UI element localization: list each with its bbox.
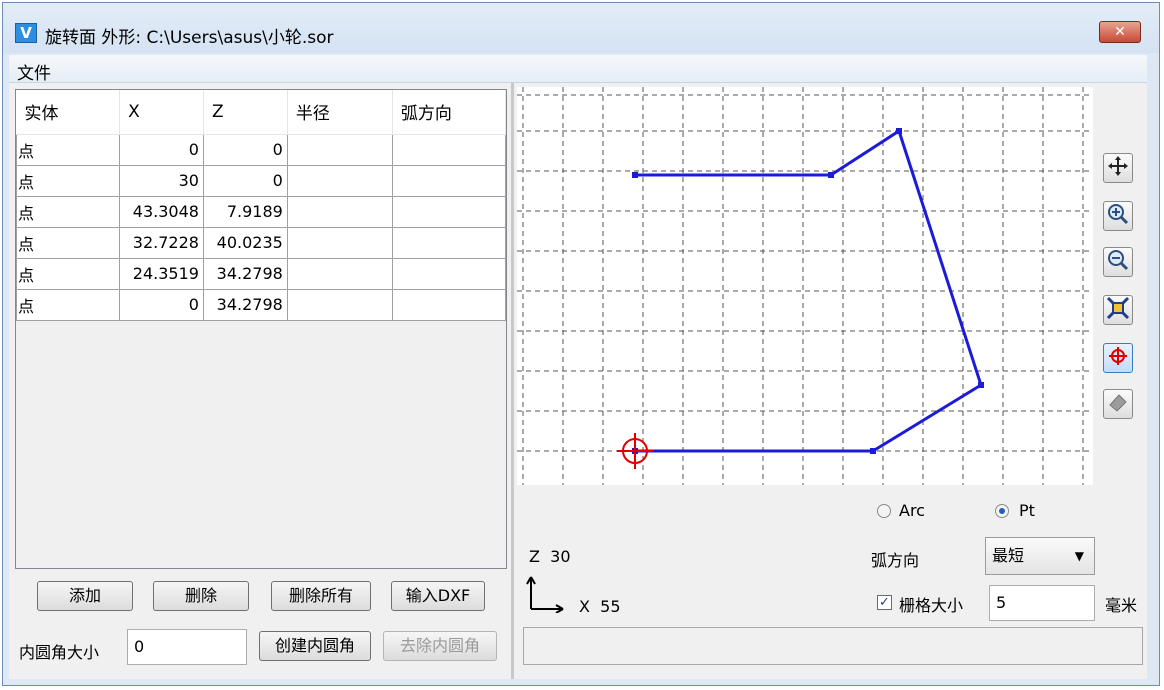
cell-arc-direction[interactable] (391, 164, 506, 197)
status-bar (523, 627, 1143, 665)
cell-x[interactable]: 43.3048 (119, 195, 204, 228)
table-header-row: 实体 X Z 半径 弧方向 (16, 90, 506, 135)
entity-table: 实体 X Z 半径 弧方向 点 0 0 点 30 0 点 43.3048 7.9… (16, 90, 506, 321)
app-logo-icon: V (15, 23, 37, 43)
cell-radius[interactable] (286, 257, 393, 290)
menu-file[interactable]: 文件 (17, 59, 51, 84)
entity-table-panel[interactable]: 实体 X Z 半径 弧方向 点 0 0 点 30 0 点 43.3048 7.9… (15, 89, 507, 569)
x-label: X 55 (579, 597, 621, 616)
radio-arc[interactable] (877, 504, 891, 518)
x-axis-name: X (579, 597, 590, 616)
cell-x[interactable]: 32.7228 (119, 226, 204, 259)
window-title: 旋转面 外形: C:\Users\asus\小轮.sor (45, 28, 334, 48)
profile-drawing (517, 87, 1093, 485)
table-row[interactable]: 点 30 0 (16, 164, 506, 197)
cell-radius[interactable] (286, 288, 393, 321)
cell-radius[interactable] (286, 164, 393, 197)
cell-entity[interactable]: 点 (16, 257, 121, 290)
cell-entity[interactable]: 点 (16, 288, 121, 321)
cell-z[interactable]: 0 (202, 133, 288, 166)
profile-point[interactable] (978, 382, 984, 388)
z-value: 30 (550, 547, 571, 566)
arc-direction-value: 最短 (992, 546, 1025, 565)
radio-arc-label: Arc (899, 501, 925, 520)
grid-size-label: 栅格大小 (899, 596, 964, 615)
cell-arc-direction[interactable] (391, 133, 506, 166)
profile-point[interactable] (896, 128, 902, 134)
profile-point[interactable] (870, 448, 876, 454)
cell-x[interactable]: 0 (119, 133, 204, 166)
fillet-size-label: 内圆角大小 (19, 643, 100, 662)
cell-radius[interactable] (286, 226, 393, 259)
eraser-icon[interactable] (1103, 389, 1133, 419)
cell-entity[interactable]: 点 (16, 195, 121, 228)
pan-icon[interactable] (1103, 153, 1133, 183)
axis-indicator-icon (526, 576, 564, 613)
cell-x[interactable]: 30 (119, 164, 204, 197)
delete-button[interactable]: 删除 (153, 581, 249, 611)
cell-entity[interactable]: 点 (16, 164, 121, 197)
cell-radius[interactable] (286, 195, 393, 228)
column-header-radius[interactable]: 半径 (287, 90, 393, 135)
cell-arc-direction[interactable] (391, 288, 506, 321)
client-area: 实体 X Z 半径 弧方向 点 0 0 点 30 0 点 43.3048 7.9… (9, 83, 1147, 679)
add-button[interactable]: 添加 (37, 581, 133, 611)
cell-z[interactable]: 0 (202, 164, 288, 197)
pick-point-icon[interactable] (1103, 343, 1133, 373)
x-value: 55 (600, 597, 621, 616)
z-axis-name: Z (529, 547, 540, 566)
cell-z[interactable]: 40.0235 (202, 226, 288, 259)
grid-lines (517, 87, 1093, 485)
arc-direction-select[interactable]: 最短 ▼ (985, 537, 1095, 575)
cell-entity[interactable]: 点 (16, 133, 121, 166)
arc-direction-label: 弧方向 (871, 551, 920, 570)
title-bar: V 旋转面 外形: C:\Users\asus\小轮.sor ✕ (3, 3, 1159, 53)
table-row[interactable]: 点 0 34.2798 (16, 288, 506, 321)
cell-arc-direction[interactable] (391, 195, 506, 228)
radio-pt[interactable] (995, 504, 1009, 518)
cell-arc-direction[interactable] (391, 257, 506, 290)
cell-z[interactable]: 7.9189 (202, 195, 288, 228)
cell-arc-direction[interactable] (391, 226, 506, 259)
table-row[interactable]: 点 32.7228 40.0235 (16, 226, 506, 259)
profile-canvas[interactable] (517, 87, 1093, 485)
profile-point[interactable] (632, 172, 638, 178)
origin-crosshair-icon (617, 433, 653, 469)
column-header-x[interactable]: X (119, 90, 204, 135)
table-row[interactable]: 点 24.3519 34.2798 (16, 257, 506, 290)
cell-z[interactable]: 34.2798 (202, 257, 288, 290)
close-button[interactable]: ✕ (1099, 21, 1141, 43)
column-header-arc-direction[interactable]: 弧方向 (392, 90, 506, 135)
column-header-entity[interactable]: 实体 (16, 90, 121, 135)
zoom-out-icon[interactable] (1103, 247, 1133, 277)
radio-pt-label: Pt (1019, 501, 1035, 520)
chevron-down-icon: ▼ (1074, 549, 1084, 563)
import-dxf-button[interactable]: 输入DXF (391, 581, 485, 611)
cell-x[interactable]: 0 (119, 288, 204, 321)
delete-all-button[interactable]: 删除所有 (271, 581, 371, 611)
z-label: Z 30 (529, 547, 571, 566)
cell-x[interactable]: 24.3519 (119, 257, 204, 290)
create-fillet-button[interactable]: 创建内圆角 (259, 631, 371, 661)
profile-point[interactable] (828, 172, 834, 178)
cell-radius[interactable] (286, 133, 393, 166)
column-header-z[interactable]: Z (203, 90, 288, 135)
app-window: V 旋转面 外形: C:\Users\asus\小轮.sor ✕ 文件 实体 X… (2, 2, 1160, 686)
table-row[interactable]: 点 43.3048 7.9189 (16, 195, 506, 228)
cell-z[interactable]: 34.2798 (202, 288, 288, 321)
remove-fillet-button[interactable]: 去除内圆角 (383, 631, 497, 661)
zoom-in-icon[interactable] (1103, 201, 1133, 231)
grid-size-checkbox[interactable]: ✓ (877, 595, 892, 610)
fillet-size-input[interactable]: 0 (127, 629, 247, 665)
menu-bar: 文件 (9, 55, 1147, 84)
grid-unit-label: 毫米 (1105, 596, 1138, 615)
cell-entity[interactable]: 点 (16, 226, 121, 259)
grid-size-input[interactable]: 5 (989, 585, 1095, 621)
panel-splitter[interactable] (511, 83, 514, 679)
zoom-fit-icon[interactable] (1103, 295, 1133, 325)
table-row[interactable]: 点 0 0 (16, 133, 506, 166)
